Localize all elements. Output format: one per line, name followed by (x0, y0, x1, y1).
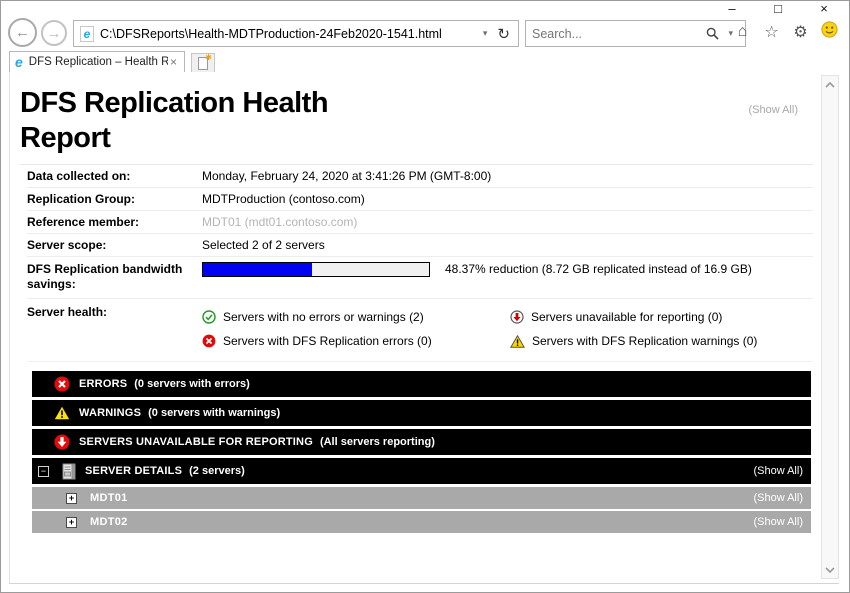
show-all-link[interactable]: (Show All) (748, 104, 798, 116)
forward-arrow-icon: → (47, 25, 62, 42)
tab-bar: e DFS Replication – Health Re... × ✱ (1, 51, 849, 72)
vertical-scrollbar[interactable] (821, 75, 839, 579)
settings-gear-icon[interactable]: ⚙ (791, 22, 810, 42)
back-arrow-icon: ← (15, 24, 30, 41)
navigation-bar: ← → e ▾ ↻ ▾ ⌂ ☆ ⚙ (1, 16, 849, 51)
tab-dfs-report[interactable]: e DFS Replication – Health Re... × (9, 51, 185, 72)
bandwidth-progress-bar (202, 262, 430, 277)
title-bar: – □ × (1, 1, 849, 17)
section-bar-server-details[interactable]: − SERVER DETAILS (2 servers) (Show All) (32, 458, 811, 484)
field-row-server-health: Server health: Servers with no errors or… (27, 299, 813, 362)
show-all-link[interactable]: (Show All) (753, 492, 811, 504)
favorites-star-icon[interactable]: ☆ (762, 22, 781, 42)
tab-close-icon[interactable]: × (168, 55, 179, 69)
show-all-link[interactable]: (Show All) (753, 516, 811, 528)
server-row-mdt01[interactable]: + MDT01 (Show All) (32, 487, 811, 509)
page-title: DFS Replication Health Report (20, 86, 420, 156)
field-row-server-scope: Server scope: Selected 2 of 2 servers (27, 234, 813, 257)
field-label: Replication Group: (27, 192, 202, 207)
field-value: Monday, February 24, 2020 at 3:41:26 PM … (202, 169, 491, 184)
health-item-ok: Servers with no errors or warnings (2) (202, 310, 510, 324)
section-bar-errors[interactable]: ERRORS (0 servers with errors) (32, 371, 811, 397)
tab-title: DFS Replication – Health Re... (29, 56, 168, 68)
field-row-data-collected: Data collected on: Monday, February 24, … (27, 165, 813, 188)
search-icon[interactable] (703, 27, 722, 40)
ok-icon (202, 310, 216, 324)
field-label: Data collected on: (27, 169, 202, 184)
refresh-icon[interactable]: ↻ (493, 25, 512, 43)
search-input[interactable] (532, 27, 703, 41)
health-item-unavailable: Servers unavailable for reporting (0) (510, 310, 757, 324)
forward-button[interactable]: → (41, 20, 67, 46)
field-row-reference-member: Reference member: MDT01 (mdt01.contoso.c… (27, 211, 813, 234)
collapse-toggle[interactable]: − (38, 466, 49, 477)
error-icon (54, 376, 70, 392)
close-button[interactable]: × (813, 1, 835, 17)
field-label: Reference member: (27, 215, 202, 230)
field-row-replication-group: Replication Group: MDTProduction (contos… (27, 188, 813, 211)
server-unavailable-icon (510, 310, 524, 324)
search-box[interactable]: ▾ (525, 20, 746, 47)
health-item-warnings: Servers with DFS Replication warnings (0… (510, 334, 757, 348)
server-icon (62, 463, 76, 480)
scroll-up-icon[interactable] (822, 76, 838, 93)
minimize-button[interactable]: – (721, 1, 743, 17)
bandwidth-progress-fill (203, 263, 312, 276)
warning-icon (54, 406, 70, 420)
section-bar-unavailable[interactable]: SERVERS UNAVAILABLE FOR REPORTING (All s… (32, 429, 811, 455)
field-value: Selected 2 of 2 servers (202, 238, 325, 253)
health-item-errors: Servers with DFS Replication errors (0) (202, 334, 510, 348)
address-bar[interactable]: e ▾ ↻ (73, 20, 519, 47)
address-dropdown-icon[interactable]: ▾ (477, 28, 494, 39)
server-unavailable-icon (54, 434, 70, 450)
page-viewport: DFS Replication Health Report (Show All)… (9, 72, 839, 584)
field-value: MDT01 (mdt01.contoso.com) (202, 215, 357, 230)
field-label: DFS Replication bandwidth savings: (27, 262, 202, 292)
field-label: Server scope: (27, 238, 202, 253)
field-row-bandwidth: DFS Replication bandwidth savings: 48.37… (27, 257, 813, 299)
back-button[interactable]: ← (8, 18, 37, 47)
new-tab-button[interactable]: ✱ (191, 53, 215, 72)
expand-toggle[interactable]: + (66, 493, 77, 504)
ie-logo-icon: e (15, 54, 23, 70)
expand-toggle[interactable]: + (66, 517, 77, 528)
home-icon[interactable]: ⌂ (733, 23, 752, 41)
field-value: MDTProduction (contoso.com) (202, 192, 365, 207)
maximize-button[interactable]: □ (767, 1, 789, 17)
bandwidth-text: 48.37% reduction (8.72 GB replicated ins… (445, 262, 752, 277)
ie-page-icon: e (80, 26, 94, 42)
server-row-mdt02[interactable]: + MDT02 (Show All) (32, 511, 811, 533)
browser-window: – □ × ← → e ▾ ↻ ▾ ⌂ ☆ ⚙ (0, 0, 850, 593)
scroll-down-icon[interactable] (822, 561, 838, 578)
warning-icon (510, 335, 525, 348)
field-label: Server health: (27, 305, 202, 353)
url-input[interactable] (100, 27, 477, 41)
new-tab-page-icon: ✱ (198, 57, 208, 70)
report-header: DFS Replication Health Report (Show All) (20, 86, 813, 165)
show-all-link[interactable]: (Show All) (753, 465, 811, 477)
section-bar-warnings[interactable]: WARNINGS (0 servers with warnings) (32, 400, 811, 426)
feedback-smiley-icon[interactable] (820, 21, 839, 43)
error-icon (202, 334, 216, 348)
